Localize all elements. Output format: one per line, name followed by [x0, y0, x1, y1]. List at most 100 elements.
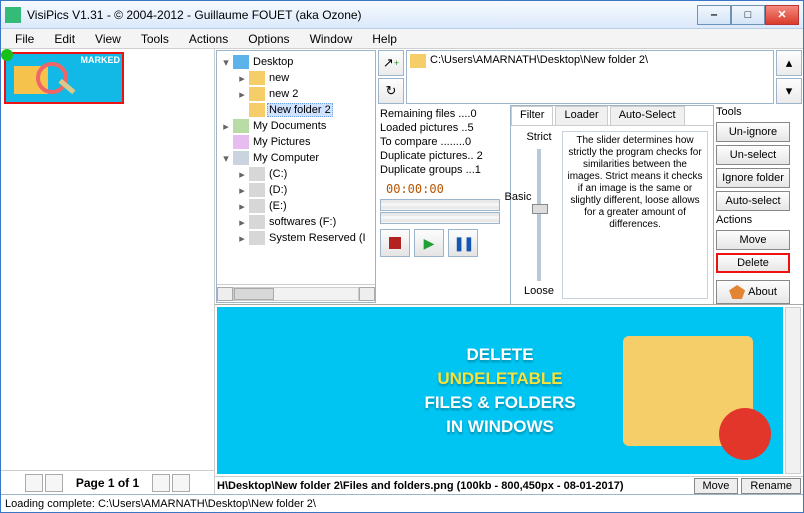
actions-label: Actions [716, 214, 792, 230]
tree-expander[interactable]: ▸ [237, 88, 247, 101]
path-up-button[interactable]: ▴ [776, 50, 802, 76]
preview-image[interactable]: DELETE UNDELETABLE FILES & FOLDERS IN WI… [217, 307, 783, 474]
tree-row[interactable]: ▸ new 2 [217, 86, 375, 102]
tools-label: Tools [716, 106, 792, 122]
tree-label[interactable]: My Computer [251, 152, 321, 164]
tree-expander[interactable]: ▸ [237, 216, 247, 229]
tree-row[interactable]: My Pictures [217, 134, 375, 150]
tools-column: Tools Un-ignore Un-select Ignore folder … [714, 104, 794, 306]
tree-row[interactable]: ▸ (D:) [217, 182, 375, 198]
file-move-button[interactable]: Move [694, 478, 739, 494]
path-listbox[interactable]: C:\Users\AMARNATH\Desktop\New folder 2\ [406, 50, 774, 104]
tree-label[interactable]: System Reserved (I [267, 232, 368, 244]
tree-row[interactable]: ▸ (E:) [217, 198, 375, 214]
tree-label[interactable]: Desktop [251, 56, 295, 68]
tree-expander[interactable]: ▾ [221, 56, 231, 69]
pager-last-button[interactable] [172, 474, 190, 492]
scroll-thumb[interactable] [234, 288, 274, 300]
menu-window[interactable]: Window [300, 32, 363, 46]
stop-icon [389, 237, 401, 249]
tree-expander[interactable]: ▸ [237, 200, 247, 213]
tab-filter[interactable]: Filter [511, 106, 553, 125]
app-icon [5, 7, 21, 23]
add-path-button[interactable]: ↗+ [378, 50, 404, 76]
unselect-button[interactable]: Un-select [716, 145, 790, 165]
tree-expander[interactable]: ▸ [237, 184, 247, 197]
menu-help[interactable]: Help [362, 32, 407, 46]
scroll-right-button[interactable] [359, 287, 375, 301]
tab-autoselect[interactable]: Auto-Select [610, 106, 685, 125]
tree-expander[interactable]: ▾ [221, 152, 231, 165]
about-button[interactable]: About [716, 280, 790, 304]
tree-row[interactable]: ▸ (C:) [217, 166, 375, 182]
autoselect-button[interactable]: Auto-select [716, 191, 790, 211]
tree-label[interactable]: (D:) [267, 184, 289, 196]
scroll-left-button[interactable] [217, 287, 233, 301]
tree-horizontal-scrollbar[interactable] [217, 284, 375, 302]
menu-actions[interactable]: Actions [179, 32, 238, 46]
tree-row[interactable]: ▸ System Reserved (I [217, 230, 375, 246]
tree-label[interactable]: new 2 [267, 88, 300, 100]
slider-tick-basic[interactable]: Basic [505, 191, 532, 205]
pager-first-button[interactable] [25, 474, 43, 492]
tree-expander[interactable]: ▸ [237, 72, 247, 85]
tab-loader[interactable]: Loader [555, 106, 607, 125]
unignore-button[interactable]: Un-ignore [716, 122, 790, 142]
pc-icon [233, 151, 249, 165]
tree-expander[interactable]: ▸ [221, 120, 231, 133]
thumbnail-marked-label: MARKED [81, 55, 121, 65]
move-button[interactable]: Move [716, 230, 790, 250]
close-button[interactable] [765, 5, 799, 25]
tree-row[interactable]: New folder 2 [217, 102, 375, 118]
slider-tick-strict[interactable]: Strict [526, 131, 551, 145]
tree-row[interactable]: ▸ softwares (F:) [217, 214, 375, 230]
ignore-folder-button[interactable]: Ignore folder [716, 168, 790, 188]
tree-row[interactable]: ▸ new [217, 70, 375, 86]
menu-file[interactable]: File [5, 32, 44, 46]
slider-tick-loose[interactable]: Loose [524, 285, 554, 299]
preview-text: DELETE UNDELETABLE FILES & FOLDERS IN WI… [424, 343, 575, 439]
strictness-slider[interactable]: Strict Basic Loose [516, 131, 562, 299]
tree-expander[interactable]: ▸ [237, 168, 247, 181]
path-dropdown-button[interactable]: ▾ [776, 78, 802, 104]
delete-button[interactable]: Delete [716, 253, 790, 273]
tree-label[interactable]: softwares (F:) [267, 216, 338, 228]
tree-label[interactable]: My Documents [251, 120, 328, 132]
desktop-icon [233, 55, 249, 69]
status-text: Loading complete: C:\Users\AMARNATH\Desk… [5, 498, 316, 510]
menu-edit[interactable]: Edit [44, 32, 85, 46]
pager-next-button[interactable] [152, 474, 170, 492]
play-button[interactable]: ▶ [414, 229, 444, 257]
titlebar: VisiPics V1.31 - © 2004-2012 - Guillaume… [1, 1, 803, 29]
menu-tools[interactable]: Tools [131, 32, 179, 46]
docs-icon [233, 119, 249, 133]
refresh-path-button[interactable]: ↻ [378, 78, 404, 104]
slider-track[interactable] [537, 149, 541, 281]
stat-loaded: Loaded pictures ..5 [380, 121, 506, 135]
minimize-button[interactable] [697, 5, 731, 25]
scroll-track[interactable] [233, 287, 359, 301]
tree-label[interactable]: (E:) [267, 200, 289, 212]
tree-label[interactable]: (C:) [267, 168, 289, 180]
tree-label[interactable]: My Pictures [251, 136, 312, 148]
stat-dup-pics: Duplicate pictures.. 2 [380, 149, 506, 163]
preview-vertical-scrollbar[interactable] [785, 307, 801, 474]
tree-label[interactable]: new [267, 72, 291, 84]
tree-row[interactable]: ▸ My Documents [217, 118, 375, 134]
folder-icon [249, 87, 265, 101]
pager-prev-button[interactable] [45, 474, 63, 492]
timer: 00:00:00 [378, 180, 508, 198]
tree-label[interactable]: New folder 2 [267, 103, 333, 117]
menu-options[interactable]: Options [238, 32, 299, 46]
preview-line2: UNDELETABLE [424, 367, 575, 391]
stop-button[interactable] [380, 229, 410, 257]
file-rename-button[interactable]: Rename [741, 478, 801, 494]
menu-view[interactable]: View [85, 32, 131, 46]
tree-row[interactable]: ▾ My Computer [217, 150, 375, 166]
duplicate-thumbnail[interactable]: MARKED [4, 52, 124, 104]
maximize-button[interactable] [731, 5, 765, 25]
tree-row[interactable]: ▾ Desktop [217, 54, 375, 70]
thumbnail-area: MARKED [1, 49, 214, 470]
pause-button[interactable]: ❚❚ [448, 229, 478, 257]
tree-expander[interactable]: ▸ [237, 232, 247, 245]
